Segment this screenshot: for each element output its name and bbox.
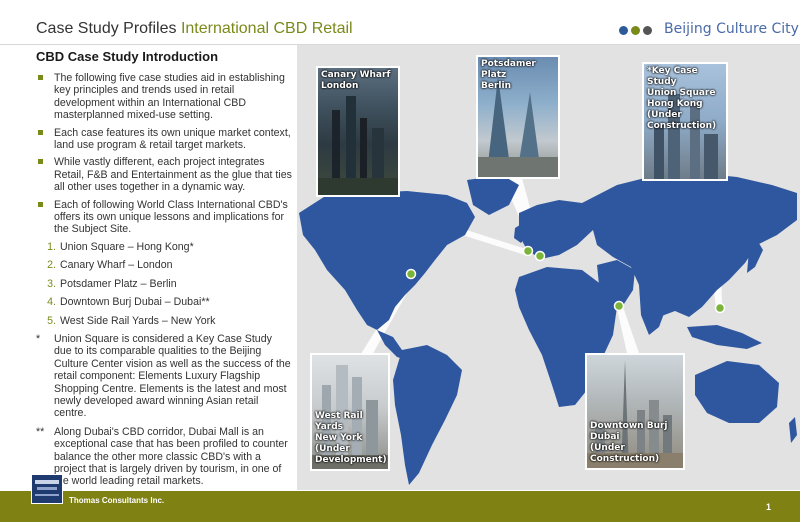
world-map-panel: Canary Wharf London Potsdamer Platz Berl…	[297, 45, 800, 490]
case-study-number: 4.	[47, 296, 56, 309]
case-study-item: 2. Canary Wharf – London	[36, 259, 292, 271]
intro-bullets: The following five case studies aid in e…	[36, 72, 292, 236]
canary-label-line1: Canary Wharf	[321, 70, 391, 80]
brand-dots	[619, 26, 652, 35]
westrail-label: West Rail Yards New York (Under Developm…	[315, 411, 388, 466]
potsdamer-platz-photo: Potsdamer Platz Berlin	[476, 55, 560, 179]
footnote-text: Union Square is considered a Key Case St…	[54, 332, 291, 420]
case-study-item: 5. West Side Rail Yards – New York	[36, 315, 292, 327]
burj-callout-beam	[617, 307, 639, 353]
marker-berlin[interactable]	[534, 250, 546, 262]
brand-name: Beijing Culture City	[664, 21, 799, 37]
case-study-list: 1. Union Square – Hong Kong* 2. Canary Wha…	[36, 241, 292, 327]
west-rail-yards-photo: West Rail Yards New York (Under Developm…	[310, 353, 390, 471]
bullet-text: While vastly different, each project int…	[54, 156, 292, 194]
union-label-line1: *Key Case Study	[647, 66, 698, 87]
canary-label-line2: London	[321, 81, 359, 91]
case-study-number: 3.	[47, 277, 56, 290]
footnote-mark: *	[36, 332, 41, 345]
bullet-item: Each of following World Class Internatio…	[36, 199, 292, 236]
case-study-name: Canary Wharf – London	[60, 259, 173, 272]
bullet-text: Each of following World Class Internatio…	[54, 198, 288, 236]
case-study-item: 4. Downtown Burj Dubai – Dubai**	[36, 296, 292, 308]
title-accent: International CBD Retail	[180, 20, 353, 37]
bullet-item: While vastly different, each project int…	[36, 156, 292, 193]
bullet-text: Each case features its own unique market…	[54, 126, 291, 152]
burj-dubai-photo: Downtown Burj Dubai (Under Construction)	[585, 353, 685, 470]
case-study-item: 3. Potsdamer Platz – Berlin	[36, 278, 292, 290]
section-heading: CBD Case Study Introduction	[36, 49, 219, 64]
potsdamer-label: Potsdamer Platz Berlin	[481, 59, 558, 92]
westrail-label-line2: New York	[315, 433, 363, 443]
footnote-mark: **	[36, 425, 45, 438]
marker-new-york[interactable]	[405, 268, 417, 280]
canary-wharf-photo: Canary Wharf London	[316, 66, 400, 197]
footnote-text: Along Dubai's CBD corridor, Dubai Mall i…	[54, 425, 288, 488]
green-dot-icon	[631, 26, 640, 35]
case-study-name: Union Square – Hong Kong*	[60, 240, 194, 253]
bullet-square-icon	[38, 129, 43, 135]
westrail-label-line1: West Rail Yards	[315, 411, 363, 432]
grey-dot-icon	[643, 26, 652, 35]
potsdamer-label-line1: Potsdamer Platz	[481, 59, 536, 80]
southeast-asia-islands	[687, 325, 762, 349]
case-study-name: Potsdamer Platz – Berlin	[60, 277, 177, 290]
page-title: Case Study Profiles International CBD Re…	[36, 20, 353, 38]
australia	[695, 361, 779, 423]
case-study-number: 1.	[47, 240, 56, 253]
header-bar: Case Study Profiles International CBD Re…	[0, 0, 800, 44]
page-number: 1	[766, 502, 772, 512]
case-study-item: 1. Union Square – Hong Kong*	[36, 241, 292, 253]
title-main: Case Study Profiles	[36, 20, 181, 37]
burj-label-line1: Downtown Burj Dubai	[590, 421, 668, 442]
south-america	[393, 345, 462, 485]
union-label: *Key Case Study Union Square Hong Kong (…	[647, 66, 726, 132]
union-label-line4: (Under	[647, 110, 682, 120]
case-study-name: West Side Rail Yards – New York	[60, 314, 216, 327]
marker-hong-kong[interactable]	[714, 302, 726, 314]
company-logo	[31, 474, 63, 504]
footnote-dubai: ** Along Dubai's CBD corridor, Dubai Mall…	[36, 426, 292, 488]
bullet-square-icon	[38, 75, 43, 80]
bullet-square-icon	[38, 201, 43, 207]
footnote-key-case: * Union Square is considered a Key Case S…	[36, 333, 292, 420]
bullet-item: Each case features its own unique market…	[36, 127, 292, 152]
union-label-line3: Hong Kong	[647, 99, 703, 109]
case-study-name: Downtown Burj Dubai – Dubai**	[60, 296, 210, 309]
westrail-label-line3: (Under	[315, 444, 350, 454]
north-america	[299, 191, 475, 330]
union-square-photo: *Key Case Study Union Square Hong Kong (…	[642, 62, 728, 181]
canary-label: Canary Wharf London	[321, 70, 390, 92]
case-study-number: 2.	[47, 259, 56, 272]
westrail-label-line4: Development)	[315, 455, 387, 465]
potsdamer-label-line2: Berlin	[481, 81, 511, 91]
new-zealand	[789, 417, 797, 443]
union-label-line2: Union Square	[647, 88, 716, 98]
bullet-item: The following five case studies aid in e…	[36, 72, 292, 122]
greenland	[467, 175, 519, 215]
burj-label: Downtown Burj Dubai (Under Construction)	[590, 421, 683, 465]
blue-dot-icon	[619, 26, 628, 35]
intro-section: CBD Case Study Introduction The followin…	[36, 49, 292, 494]
case-study-number: 5.	[47, 314, 56, 327]
bullet-text: The following five case studies aid in e…	[54, 72, 285, 122]
bullet-square-icon	[38, 159, 43, 165]
burj-label-line2: (Under Construction)	[590, 443, 660, 464]
marker-dubai[interactable]	[613, 300, 625, 312]
union-label-line5: Construction)	[647, 121, 717, 131]
company-name: Thomas Consultants Inc.	[69, 496, 165, 505]
marker-london[interactable]	[522, 245, 534, 257]
